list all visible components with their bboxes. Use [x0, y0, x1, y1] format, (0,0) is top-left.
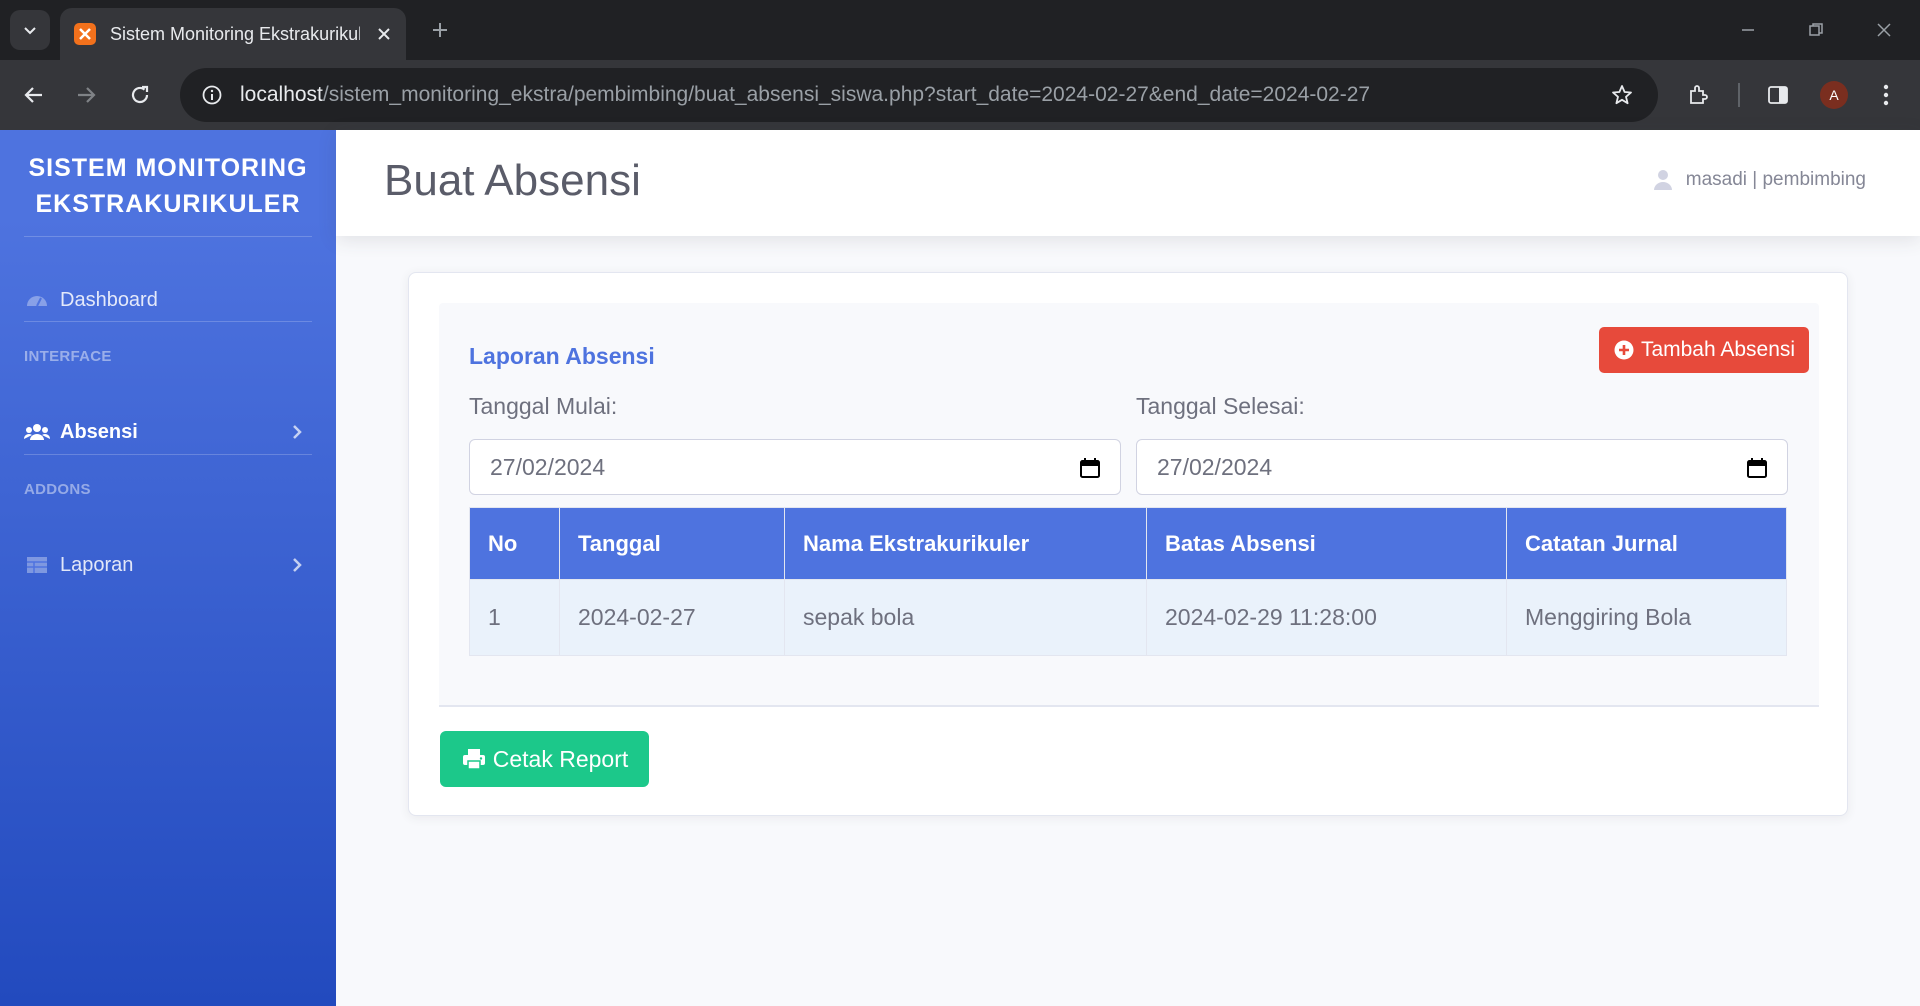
chevron-right-icon [286, 554, 308, 576]
tachometer-icon [24, 289, 50, 311]
main-card: Laporan Absensi Tambah Absensi Tanggal M… [408, 272, 1848, 816]
chevron-down-icon [24, 27, 36, 35]
table-row: 1 2024-02-27 sepak bola 2024-02-29 11:28… [469, 579, 1787, 656]
toolbar-separator [1738, 83, 1740, 107]
sidebar: SISTEM MONITORING EKSTRAKURIKULER Dashbo… [0, 130, 336, 1006]
report-title: Laporan Absensi [469, 343, 655, 369]
reload-button[interactable] [120, 75, 160, 115]
topbar: Buat Absensi masadi | pembimbing [336, 130, 1920, 236]
panel-divider [439, 705, 1819, 707]
absensi-table: No Tanggal Nama Ekstrakurikuler Batas Ab… [469, 507, 1787, 656]
sidebar-item-absensi[interactable]: Absensi [24, 412, 312, 452]
sidebar-item-label: Absensi [60, 420, 138, 443]
table-cell: 2024-02-29 11:28:00 [1146, 579, 1507, 656]
column-header: Catatan Jurnal [1506, 507, 1787, 580]
plus-circle-icon [1613, 339, 1635, 361]
add-absensi-label: Tambah Absensi [1640, 338, 1796, 361]
tab-close-icon[interactable] [374, 24, 394, 44]
table-cell: 1 [469, 579, 560, 656]
column-header: No [469, 507, 560, 580]
side-panel-icon[interactable] [1758, 75, 1798, 115]
table-cell: 2024-02-27 [559, 579, 785, 656]
restore-button[interactable] [1794, 8, 1838, 52]
extensions-icon[interactable] [1678, 75, 1718, 115]
more-menu-icon[interactable] [1866, 75, 1906, 115]
close-icon [1877, 23, 1891, 37]
add-absensi-button[interactable]: Tambah Absensi [1599, 327, 1809, 373]
browser-tab-strip: Sistem Monitoring Ekstrakurikuler [0, 0, 1920, 60]
sidebar-divider [24, 321, 312, 322]
sidebar-heading-interface: INTERFACE [24, 348, 112, 365]
url-path: /sistem_monitoring_ekstra/pembimbing/bua… [322, 83, 1371, 106]
column-header: Batas Absensi [1146, 507, 1507, 580]
user-menu[interactable]: masadi | pembimbing [1652, 168, 1866, 192]
sidebar-divider [24, 236, 312, 237]
start-date-label: Tanggal Mulai: [469, 393, 618, 419]
plus-icon [433, 23, 447, 37]
arrow-right-icon [78, 87, 96, 103]
tab-title: Sistem Monitoring Ekstrakurikuler [110, 23, 360, 44]
url-host: localhost [240, 83, 323, 106]
reload-icon [131, 85, 149, 104]
minimize-icon [1742, 29, 1754, 31]
table-cell: sepak bola [784, 579, 1147, 656]
xampp-favicon-icon [74, 23, 96, 45]
start-date-input[interactable]: 27/02/2024 [469, 439, 1121, 495]
user-name: masadi | pembimbing [1685, 169, 1866, 190]
browser-toolbar: localhost/sistem_monitoring_ekstra/pembi… [0, 60, 1920, 130]
page-title: Buat Absensi [384, 156, 641, 205]
arrow-left-icon [24, 87, 42, 103]
table-icon [24, 554, 50, 576]
end-date-input[interactable]: 27/02/2024 [1136, 439, 1788, 495]
print-icon [461, 747, 487, 771]
minimize-button[interactable] [1726, 8, 1770, 52]
calendar-icon[interactable] [1745, 456, 1769, 480]
address-bar[interactable]: localhost/sistem_monitoring_ekstra/pembi… [180, 68, 1658, 122]
table-cell: Menggiring Bola [1506, 579, 1787, 656]
brand-line-1: SISTEM MONITORING [28, 154, 308, 182]
close-window-button[interactable] [1862, 8, 1906, 52]
print-report-button[interactable]: Cetak Report [440, 731, 649, 787]
print-report-label: Cetak Report [492, 745, 629, 772]
table-header-row: No Tanggal Nama Ekstrakurikuler Batas Ab… [469, 507, 1787, 580]
browser-tab[interactable]: Sistem Monitoring Ekstrakurikuler [60, 8, 406, 60]
end-date-label: Tanggal Selesai: [1136, 393, 1305, 419]
sidebar-divider [24, 454, 312, 455]
column-header: Nama Ekstrakurikuler [784, 507, 1147, 580]
sidebar-item-label: Dashboard [60, 288, 158, 311]
tab-search-button[interactable] [10, 10, 50, 50]
chevron-right-icon [286, 421, 308, 443]
start-date-value: 27/02/2024 [490, 453, 606, 480]
report-panel: Laporan Absensi Tambah Absensi Tanggal M… [439, 303, 1819, 707]
brand-line-2: EKSTRAKURIKULER [35, 190, 301, 218]
restore-icon [1809, 23, 1823, 36]
site-info-icon[interactable] [194, 77, 230, 113]
sidebar-item-label: Laporan [60, 553, 134, 576]
end-date-value: 27/02/2024 [1157, 453, 1273, 480]
sidebar-heading-addons: ADDONS [24, 481, 91, 498]
column-header: Tanggal [559, 507, 785, 580]
user-icon [1652, 168, 1674, 192]
back-button[interactable] [14, 75, 54, 115]
sidebar-item-dashboard[interactable]: Dashboard [24, 280, 312, 320]
profile-avatar[interactable]: A [1820, 81, 1848, 109]
url-text: localhost/sistem_monitoring_ekstra/pembi… [240, 83, 1370, 107]
bookmark-star-icon[interactable] [1604, 77, 1640, 113]
forward-button[interactable] [66, 75, 106, 115]
sidebar-brand[interactable]: SISTEM MONITORING EKSTRAKURIKULER [0, 150, 336, 222]
new-tab-button[interactable] [424, 14, 456, 46]
users-icon [24, 421, 50, 443]
sidebar-item-laporan[interactable]: Laporan [24, 545, 312, 585]
calendar-icon[interactable] [1078, 456, 1102, 480]
